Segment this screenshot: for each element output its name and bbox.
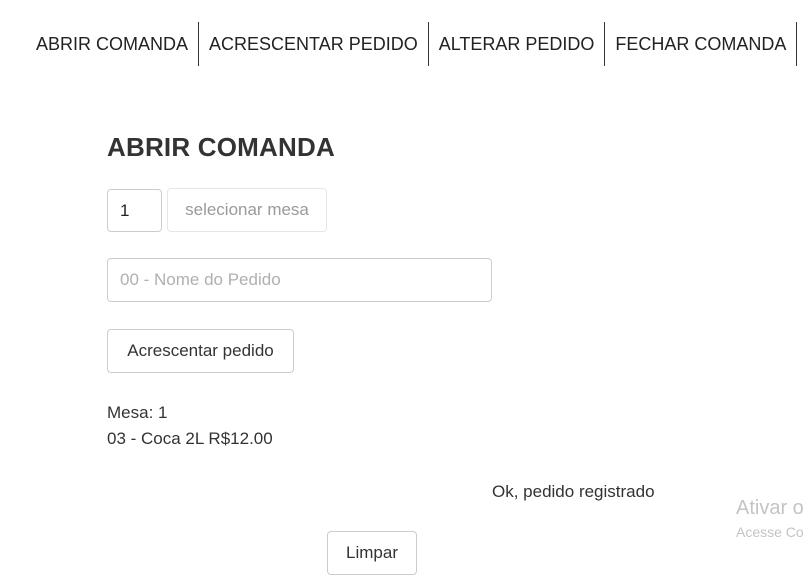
watermark-subtitle: Acesse Co bbox=[736, 524, 804, 540]
activation-watermark: Ativar o Acesse Co bbox=[736, 497, 804, 540]
select-mesa-button[interactable]: selecionar mesa bbox=[167, 188, 327, 232]
mesa-number-input[interactable] bbox=[107, 189, 162, 232]
nav-item-fechar-comanda[interactable]: FECHAR COMANDA bbox=[605, 22, 798, 66]
clear-button[interactable]: Limpar bbox=[327, 531, 417, 575]
pedido-item: 03 - Coca 2L R$12.00 bbox=[107, 429, 273, 448]
nav-item-alterar-pedido[interactable]: ALTERAR PEDIDO bbox=[429, 22, 606, 66]
add-pedido-button[interactable]: Acrescentar pedido bbox=[107, 329, 294, 373]
mesa-info: Mesa: 1 bbox=[107, 403, 168, 422]
page-title: ABRIR COMANDA bbox=[107, 132, 335, 162]
watermark-title: Ativar o bbox=[736, 497, 804, 519]
pedido-name-input[interactable] bbox=[107, 258, 492, 302]
nav-item-abrir-comanda[interactable]: ABRIR COMANDA bbox=[26, 22, 200, 66]
top-nav: ABRIR COMANDA ACRESCENTAR PEDIDO ALTERAR… bbox=[26, 22, 798, 66]
page: ABRIR COMANDA ACRESCENTAR PEDIDO ALTERAR… bbox=[0, 0, 804, 575]
status-message: Ok, pedido registrado bbox=[492, 482, 655, 501]
nav-item-acrescentar-pedido[interactable]: ACRESCENTAR PEDIDO bbox=[199, 22, 429, 66]
